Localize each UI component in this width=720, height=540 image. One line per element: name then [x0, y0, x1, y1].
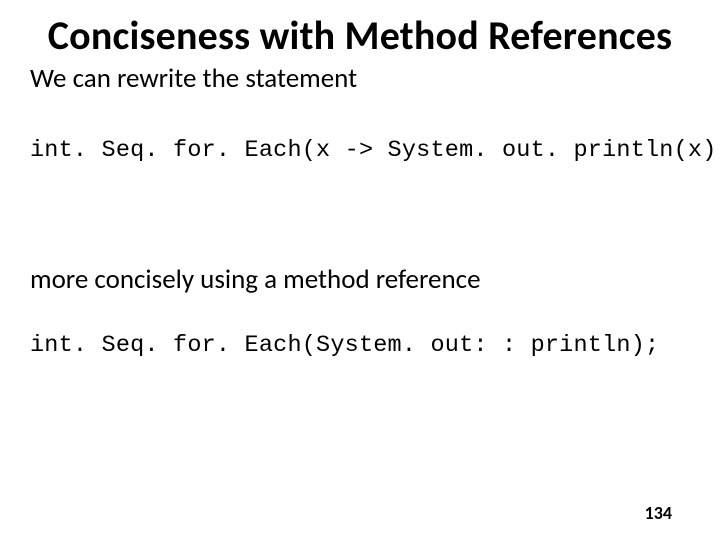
spacer — [30, 296, 690, 332]
spacer — [30, 164, 690, 264]
page-number: 134 — [645, 502, 672, 524]
intro-text: We can rewrite the statement — [30, 63, 690, 95]
slide: Conciseness with Method References We ca… — [0, 0, 720, 540]
spacer — [30, 95, 690, 137]
body-text-2: more concisely using a method reference — [30, 264, 690, 296]
slide-title: Conciseness with Method References — [30, 14, 690, 59]
code-lambda: int. Seq. for. Each(x -> System. out. pr… — [30, 137, 690, 164]
code-methodref: int. Seq. for. Each(System. out: : print… — [30, 332, 690, 359]
